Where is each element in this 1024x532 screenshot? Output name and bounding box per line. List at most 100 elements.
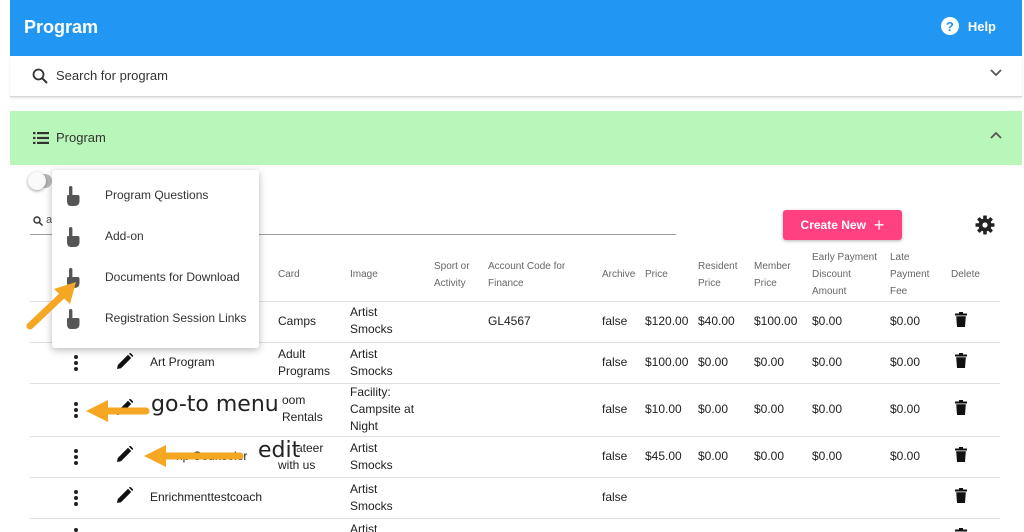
col-late-payment[interactable]: Late Payment Fee: [890, 249, 929, 300]
help-label: Help: [967, 18, 996, 34]
image-cell: Artist Smocks: [350, 347, 393, 378]
image-cell: Artist: [350, 522, 378, 532]
archive-cell: false: [602, 449, 628, 463]
account-cell: GL4567: [488, 314, 531, 328]
price-cell: $120.00: [645, 314, 689, 328]
search-icon: [32, 68, 48, 84]
col-delete: Delete: [951, 269, 980, 280]
help-button[interactable]: ? Help: [940, 17, 996, 35]
trash-icon[interactable]: [955, 400, 967, 415]
resident-price-cell: $0.00: [698, 402, 729, 416]
row-divider: [30, 436, 1000, 437]
col-price[interactable]: Price: [645, 266, 668, 283]
program-name-cell: Enrichmenttestcoach: [150, 490, 263, 504]
goto-menu-annotation: go-to menu: [151, 392, 279, 417]
late-fee-cell: $0.00: [890, 355, 921, 369]
price-cell: $10.00: [645, 402, 682, 416]
menu-item-label: Registration Session Links: [105, 311, 247, 325]
search-icon: [33, 216, 43, 226]
help-icon: ?: [940, 17, 959, 35]
price-cell: $100.00: [645, 355, 689, 369]
menu-item-label: Documents for Download: [105, 270, 240, 284]
app-header: Program ? Help: [10, 0, 1022, 56]
archive-toggle[interactable]: [28, 172, 52, 190]
list-icon: [33, 132, 49, 144]
image-cell: Facility: Campsite at Night: [350, 385, 415, 433]
col-card[interactable]: Card: [278, 266, 300, 283]
arrow-to-kebab-annotation: [86, 400, 150, 422]
trash-icon[interactable]: [955, 488, 967, 503]
col-early-payment[interactable]: Early Payment Discount Amount: [812, 249, 877, 300]
resident-price-cell: $0.00: [698, 355, 729, 369]
col-member-price[interactable]: Member Price: [754, 258, 791, 292]
search-label: Search for program: [56, 68, 168, 83]
arrow-to-edit-annotation: [144, 445, 244, 467]
early-payment-cell: $0.00: [812, 449, 843, 463]
late-fee-cell: $0.00: [890, 402, 921, 416]
menu-item-documents-for-download[interactable]: Documents for Download: [52, 258, 259, 299]
col-image[interactable]: Image: [350, 266, 378, 283]
kebab-menu-icon[interactable]: [72, 355, 80, 373]
chevron-up-icon[interactable]: [990, 131, 1002, 139]
trash-icon[interactable]: [955, 447, 967, 462]
early-payment-cell: $0.00: [812, 314, 843, 328]
col-sport[interactable]: Sport or Activity: [434, 258, 470, 292]
row-divider: [30, 383, 1000, 384]
archive-cell: false: [602, 490, 628, 504]
menu-item-registration-session-links[interactable]: Registration Session Links: [52, 299, 259, 340]
create-new-label: Create New: [800, 218, 866, 232]
archive-cell: false: [602, 355, 628, 369]
card-cell: oom Rentals: [282, 393, 323, 424]
col-account-code[interactable]: Account Code for Finance: [488, 258, 565, 292]
early-payment-cell: $0.00: [812, 402, 843, 416]
edit-annotation: edit: [258, 438, 301, 463]
price-cell: $45.00: [645, 449, 682, 463]
card-cell: Adult Programs: [278, 347, 331, 378]
menu-item-label: Program Questions: [105, 188, 209, 202]
resident-price-cell: $40.00: [698, 314, 735, 328]
late-fee-cell: $0.00: [890, 314, 921, 328]
member-price-cell: $0.00: [754, 402, 785, 416]
program-search-panel[interactable]: Search for program: [10, 56, 1022, 97]
kebab-menu-icon[interactable]: [72, 528, 80, 532]
row-divider: [30, 477, 1000, 478]
member-price-cell: $0.00: [754, 449, 785, 463]
col-resident-price[interactable]: Resident Price: [698, 258, 737, 292]
program-name-cell: Art Program: [150, 355, 215, 369]
pencil-icon[interactable]: [117, 487, 133, 503]
late-fee-cell: $0.00: [890, 449, 921, 463]
program-context-menu: Program Questions Add-on Documents for D…: [52, 170, 259, 348]
pencil-icon[interactable]: [117, 446, 133, 462]
kebab-menu-icon[interactable]: [72, 490, 80, 508]
app-title: Program: [24, 17, 99, 37]
settings-gear-icon[interactable]: [975, 215, 995, 235]
trash-icon[interactable]: [955, 528, 967, 532]
create-new-button[interactable]: Create New +: [783, 210, 902, 240]
archive-cell: false: [602, 402, 628, 416]
col-archive[interactable]: Archive: [602, 266, 635, 283]
menu-item-program-questions[interactable]: Program Questions: [52, 176, 259, 217]
touch-hand-icon: [67, 186, 80, 206]
member-price-cell: $100.00: [754, 314, 798, 328]
program-section-header[interactable]: Program: [10, 111, 1022, 165]
member-price-cell: $0.00: [754, 355, 785, 369]
row-divider: [30, 518, 1000, 519]
kebab-menu-icon[interactable]: [72, 402, 80, 420]
resident-price-cell: $0.00: [698, 449, 729, 463]
image-cell: Artist Smocks: [350, 482, 393, 513]
card-cell: Camps: [278, 314, 317, 328]
image-cell: Artist Smocks: [350, 441, 393, 472]
archive-cell: false: [602, 314, 628, 328]
menu-item-add-on[interactable]: Add-on: [52, 217, 259, 258]
trash-icon[interactable]: [955, 353, 967, 368]
early-payment-cell: $0.00: [812, 355, 843, 369]
chevron-down-icon[interactable]: [990, 69, 1002, 77]
image-cell: Artist Smocks: [350, 305, 393, 336]
trash-icon[interactable]: [955, 312, 967, 327]
plus-icon: +: [873, 214, 885, 235]
pencil-icon[interactable]: [117, 353, 133, 369]
menu-item-label: Add-on: [105, 229, 144, 243]
section-label: Program: [56, 130, 106, 145]
kebab-menu-icon[interactable]: [72, 449, 80, 467]
arrow-to-documents-annotation: [26, 282, 76, 330]
